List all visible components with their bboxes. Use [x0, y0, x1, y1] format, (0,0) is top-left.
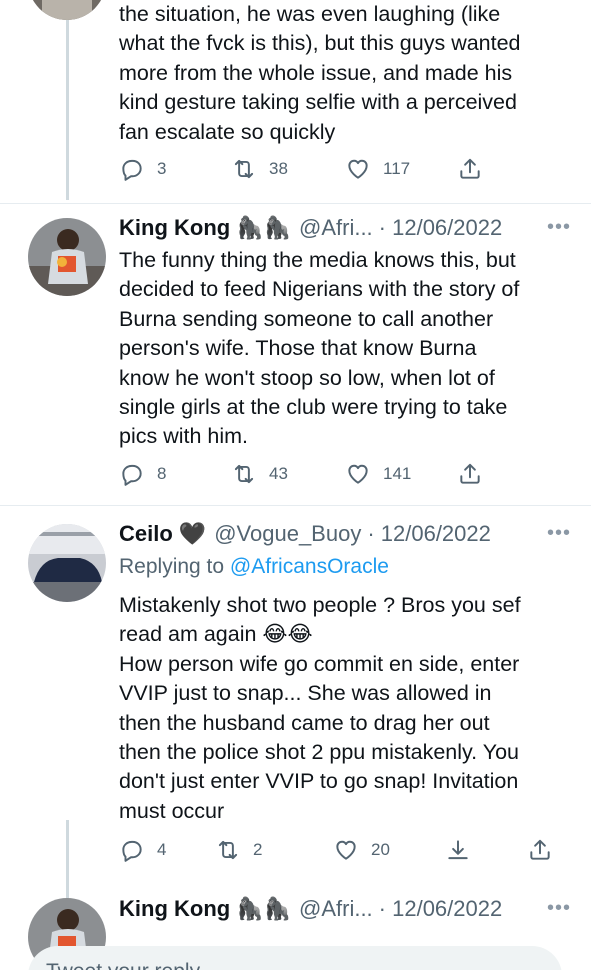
tweet-text-line: single girls at the club were trying to …	[119, 395, 508, 420]
name-emoji: 🦍🦍	[236, 896, 291, 921]
like-count: 117	[383, 159, 411, 178]
timestamp[interactable]: · 12/06/2022	[367, 521, 491, 547]
handle[interactable]: @Afri...	[299, 896, 373, 922]
retweet-count: 43	[269, 464, 288, 483]
tweet-text-line: fan escalate so quickly	[119, 119, 336, 144]
share-button[interactable]	[457, 459, 483, 489]
tweet-text-line: then the husband came to drag her out	[119, 710, 490, 735]
reply-icon	[119, 461, 145, 487]
reply-compose-input[interactable]: Tweet your reply	[28, 946, 562, 970]
tweet-text-line: How person wife go commit en side, enter	[119, 651, 520, 676]
tweet-text-line: the situation, he was even laughing (lik…	[119, 2, 501, 26]
divider	[0, 203, 591, 204]
tweet-text-line: VVIP just to snap... She was allowed in	[119, 681, 492, 706]
tweet-text-line: Mistakenly shot two people ? Bros you se…	[119, 593, 521, 617]
tweet-text-line: what the fvck is this), but this guys wa…	[119, 31, 521, 56]
like-icon	[345, 156, 371, 182]
divider	[0, 505, 591, 506]
like-count: 20	[371, 840, 390, 859]
retweet-icon	[231, 156, 257, 182]
replying-to-handle[interactable]: @AfricansOracle	[230, 555, 389, 578]
tweet-text-line: must occur	[119, 798, 225, 823]
tweet-text-line: person's wife. Those that know Burna	[119, 336, 477, 361]
share-button[interactable]	[527, 835, 553, 865]
retweet-icon	[231, 461, 257, 487]
retweet-count: 2	[253, 840, 263, 859]
like-count: 141	[383, 464, 412, 483]
bookmark-icon	[445, 837, 471, 863]
thread-line-top	[66, 0, 69, 200]
share-icon	[457, 461, 483, 487]
timestamp[interactable]: · 12/06/2022	[379, 896, 503, 922]
avatar[interactable]	[28, 0, 106, 20]
tweet-text-line: Burna sending someone to call another	[119, 306, 494, 331]
handle[interactable]: @Vogue_Buoy	[214, 521, 361, 547]
display-name[interactable]: King Kong	[119, 215, 230, 241]
reply-count: 4	[157, 840, 167, 859]
reply-icon	[119, 156, 145, 182]
like-button[interactable]: 141	[345, 459, 411, 489]
timestamp[interactable]: · 12/06/2022	[379, 215, 503, 241]
tweet-text-line: don't just enter VVIP to go snap! Invita…	[119, 769, 519, 794]
compose-placeholder: Tweet your reply	[46, 960, 200, 970]
reply-button[interactable]: 3	[119, 154, 166, 184]
thread-line-bottom	[66, 820, 69, 900]
reply-count: 8	[157, 464, 167, 483]
retweet-button[interactable]: 43	[231, 459, 288, 489]
tweet-text-line: The funny thing the media knows this, bu…	[119, 248, 516, 272]
avatar[interactable]	[28, 218, 106, 296]
reply-icon	[119, 837, 145, 863]
retweet-icon	[215, 837, 241, 863]
display-name[interactable]: King Kong	[119, 896, 230, 922]
tweet-text-line: decided to feed Nigerians with the story…	[119, 277, 520, 302]
handle[interactable]: @Afri...	[299, 215, 373, 241]
retweet-button[interactable]: 2	[215, 835, 262, 865]
tweet-text-line: know he won't stoop so low, when lot of	[119, 365, 495, 390]
retweet-button[interactable]: 38	[231, 154, 288, 184]
tweet-text-line: kind gesture taking selfie with a percei…	[119, 90, 517, 115]
share-icon	[527, 837, 553, 863]
like-icon	[333, 837, 359, 863]
tweet-text-line: read am again 😂😂	[119, 622, 313, 647]
avatar[interactable]	[28, 524, 106, 602]
name-emoji: 🖤	[178, 521, 207, 546]
tweet-text-line: more from the whole issue, and made his	[119, 60, 513, 85]
replying-to: Replying to @AfricansOracle	[119, 555, 389, 579]
replying-to-label: Replying to	[119, 555, 225, 578]
tweet-text-line: then the police shot 2 ppu mistakenly. Y…	[119, 740, 520, 765]
more-icon[interactable]: •••	[547, 897, 571, 920]
more-icon[interactable]: •••	[547, 522, 571, 545]
more-icon[interactable]: •••	[547, 216, 571, 239]
share-icon	[457, 156, 483, 182]
reply-count: 3	[157, 159, 167, 178]
like-icon	[345, 461, 371, 487]
name-emoji: 🦍🦍	[236, 215, 291, 240]
bookmark-button[interactable]	[445, 835, 471, 865]
retweet-count: 38	[269, 159, 288, 178]
like-button[interactable]: 20	[333, 835, 390, 865]
display-name[interactable]: Ceilo	[119, 521, 173, 547]
like-button[interactable]: 117	[345, 154, 410, 184]
share-button[interactable]	[457, 154, 483, 184]
tweet-text-line: pics with him.	[119, 424, 249, 449]
reply-button[interactable]: 4	[119, 835, 166, 865]
reply-button[interactable]: 8	[119, 459, 166, 489]
